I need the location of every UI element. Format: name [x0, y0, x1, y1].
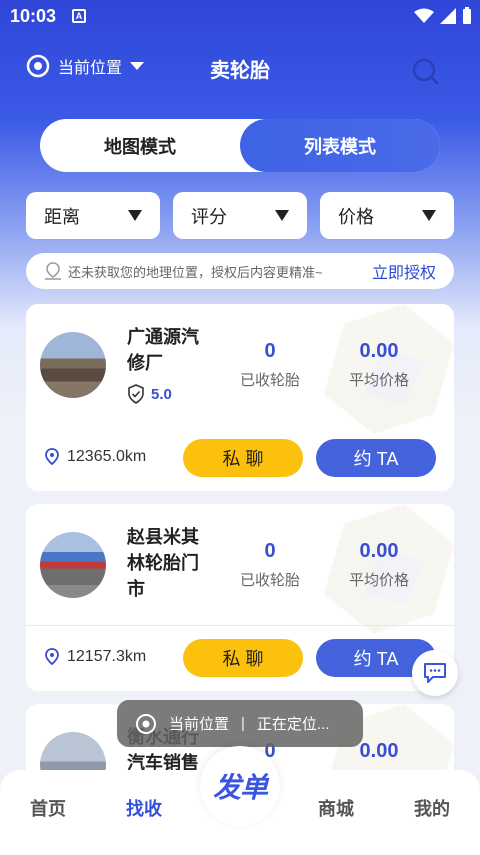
search-icon: [412, 58, 439, 85]
location-pin-icon: [45, 648, 59, 666]
dropdown-arrow-icon: [128, 210, 142, 221]
tab-home[interactable]: 首页: [30, 795, 66, 821]
shop-name: 广通源汽修厂: [127, 327, 199, 373]
private-chat-button[interactable]: 私 聊: [183, 439, 303, 477]
location-pin-icon: [26, 54, 50, 78]
filter-distance-label: 距离: [44, 206, 80, 227]
shield-icon: [128, 384, 144, 404]
rating-value: 5.0: [151, 385, 172, 403]
location-notice: 还未获取您的地理位置，授权后内容更精准~ 立即授权: [26, 253, 454, 289]
private-chat-button[interactable]: 私 聊: [183, 639, 303, 677]
tires-received-stat: 0 已收轮胎: [238, 540, 302, 590]
avg-price-value: 0.00: [359, 340, 399, 362]
avg-price-stat: 0.00 平均价格: [344, 540, 414, 590]
filter-rating[interactable]: 评分: [173, 192, 307, 239]
notification-a-icon: A: [72, 9, 86, 23]
signal-icon: [440, 8, 456, 24]
shop-photo: [40, 332, 106, 398]
notice-text: 还未获取您的地理位置，授权后内容更精准~: [68, 264, 323, 280]
avg-price-value: 0.00: [359, 540, 399, 562]
card-divider: [26, 625, 454, 626]
battery-icon: [463, 7, 471, 24]
tab-list-mode[interactable]: 列表模式: [240, 119, 440, 172]
tab-map-mode[interactable]: 地图模式: [40, 119, 240, 172]
wifi-icon: [414, 8, 434, 23]
authorize-link[interactable]: 立即授权: [372, 259, 436, 283]
customer-service-button[interactable]: [412, 650, 458, 696]
location-selector[interactable]: 当前位置: [26, 54, 145, 78]
dropdown-arrow-icon: [275, 210, 289, 221]
tab-mine[interactable]: 我的: [414, 795, 450, 821]
tires-received-value: 0: [264, 540, 276, 562]
tires-received-label: 已收轮胎: [239, 572, 300, 589]
tires-received-label: 已收轮胎: [239, 372, 300, 389]
toast-label: 当前位置: [169, 716, 230, 733]
distance-value: 12365.0km: [67, 448, 147, 465]
tab-mall[interactable]: 商城: [318, 795, 354, 821]
shop-distance: 12157.3km: [43, 648, 146, 666]
filter-bar: 距离 评分 价格: [26, 192, 454, 239]
filter-rating-label: 评分: [191, 206, 227, 227]
tab-find[interactable]: 找收: [126, 795, 162, 821]
caret-down-icon: [130, 62, 145, 70]
location-pin-icon: [45, 448, 59, 466]
filter-price-label: 价格: [338, 206, 374, 227]
shop-photo: [40, 532, 106, 598]
location-label: 当前位置: [58, 60, 123, 77]
location-toast: 当前位置 | 正在定位...: [117, 700, 363, 747]
locate-icon: [136, 713, 156, 734]
shop-card[interactable]: 赵县米其林轮胎门市 0 已收轮胎 0.00 平均价格 12157.3km 私 聊…: [26, 504, 454, 691]
shop-name: 赵县米其林轮胎门市: [127, 527, 199, 599]
mode-toggle: 地图模式 列表模式: [40, 119, 440, 172]
shop-card[interactable]: 广通源汽修厂 5.0 0 已收轮胎 0.00 平均价格 12365.0km 私 …: [26, 304, 454, 491]
shop-distance: 12365.0km: [43, 448, 146, 466]
filter-price[interactable]: 价格: [320, 192, 454, 239]
message-icon: [424, 663, 446, 683]
tires-received-stat: 0 已收轮胎: [238, 340, 302, 390]
tires-received-value: 0: [264, 340, 276, 362]
avg-price-label: 平均价格: [348, 572, 409, 589]
search-button[interactable]: [412, 58, 440, 91]
distance-value: 12157.3km: [67, 648, 147, 665]
post-order-button[interactable]: 发单: [200, 746, 280, 826]
toast-separator: |: [241, 715, 245, 732]
dropdown-arrow-icon: [422, 210, 436, 221]
post-order-label: 发单: [212, 772, 268, 803]
toast-status: 正在定位...: [256, 716, 330, 733]
filter-distance[interactable]: 距离: [26, 192, 160, 239]
status-icons: [414, 7, 472, 25]
shop-rating: 5.0: [127, 384, 172, 404]
map-location-icon: [45, 262, 61, 280]
header: 卖轮胎 当前位置: [0, 50, 480, 90]
appointment-button[interactable]: 约 TA: [316, 439, 436, 477]
avg-price-stat: 0.00 平均价格: [344, 340, 414, 390]
avg-price-label: 平均价格: [348, 372, 409, 389]
status-bar: 10:03 A: [0, 0, 480, 34]
status-time: 10:03: [10, 6, 57, 26]
